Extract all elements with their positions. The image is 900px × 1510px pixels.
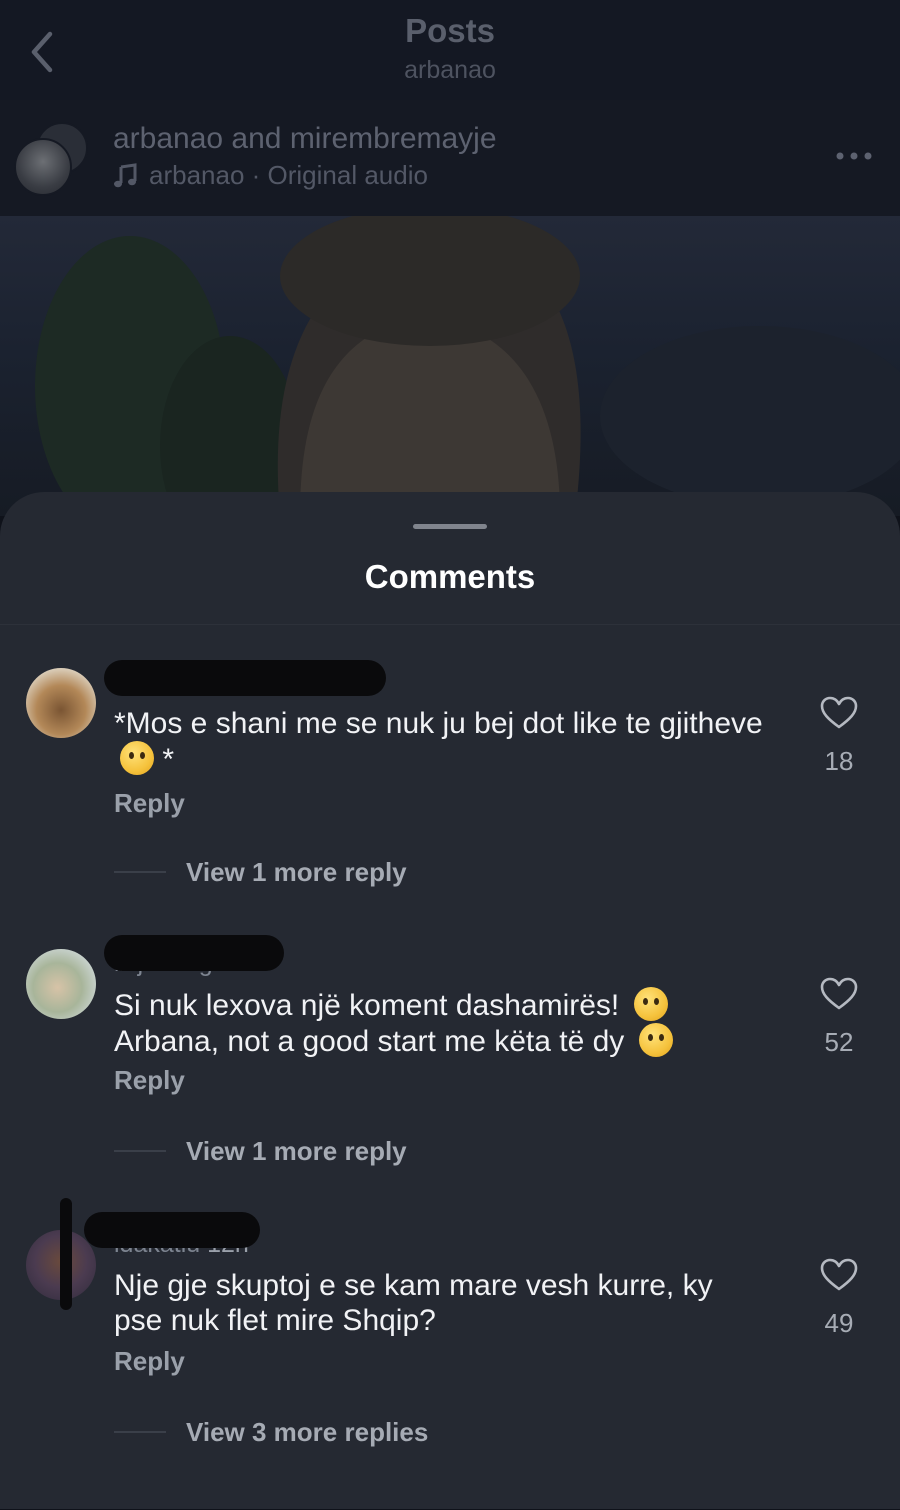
like-count: 18 (824, 746, 854, 776)
woozy-face-emoji (638, 1023, 673, 1057)
post-header (0, 100, 900, 216)
page-subtitle: arbanao (404, 56, 496, 84)
zany-face-emoji (120, 741, 154, 775)
post-video[interactable] (0, 216, 900, 516)
heart-icon[interactable] (820, 977, 858, 1011)
reply-thread-line (114, 871, 166, 873)
post-authors[interactable]: arbanao and mirembremayje (113, 122, 497, 156)
redaction-mark (60, 1198, 72, 1310)
reply-thread-line (114, 1431, 166, 1433)
like-count: 49 (824, 1308, 854, 1338)
post-audio[interactable]: arbanao · Original audio (113, 160, 428, 191)
page-title: Posts (405, 12, 495, 49)
like-area: 52 (806, 977, 872, 1058)
like-area: 18 (806, 696, 872, 777)
comment-item: fashion_always_in 8h *Mos e shani me se … (0, 660, 900, 948)
heart-icon[interactable] (820, 696, 858, 730)
more-options-icon[interactable] (834, 146, 874, 166)
avatar[interactable] (26, 949, 96, 1019)
post-audio-label: arbanao · Original audio (149, 160, 428, 190)
redaction-mark (104, 935, 284, 971)
reply-thread-line (114, 1150, 166, 1152)
top-bar: Posts arbanao (0, 0, 900, 100)
comment-text: Si nuk lexova një koment dashamirës! Arb… (114, 987, 764, 1059)
view-more-replies[interactable]: View 1 more reply (114, 854, 407, 890)
divider (0, 624, 900, 625)
sheet-grabber[interactable] (413, 524, 487, 529)
like-area: 49 (806, 1258, 872, 1339)
sheet-title: Comments (364, 558, 536, 595)
reply-button[interactable]: Reply (114, 1065, 185, 1096)
reply-button[interactable]: Reply (114, 788, 185, 819)
reply-button[interactable]: Reply (114, 1346, 185, 1377)
grinning-sweat-emoji (633, 987, 668, 1021)
music-note-icon (114, 162, 137, 187)
comments-sheet: Comments fashion_always_in 8h *Mos e sha… (0, 492, 900, 1509)
comment-text: *Mos e shani me se nuk ju bej dot like t… (114, 707, 763, 776)
view-more-replies[interactable]: View 1 more reply (114, 1133, 407, 1169)
post-avatars[interactable] (14, 122, 88, 196)
comment-text: Nje gje skuptoj e se kam mare vesh kurre… (114, 1269, 713, 1337)
redaction-mark (84, 1212, 260, 1248)
view-more-replies[interactable]: View 3 more replies (114, 1414, 428, 1450)
video-frame-image (35, 216, 900, 516)
comment-item: idakatiu 12h Nje gje skuptoj e se kam ma… (0, 1198, 900, 1510)
redaction-mark (104, 660, 386, 696)
author-avatar (14, 138, 72, 196)
avatar[interactable] (26, 668, 96, 738)
heart-icon[interactable] (820, 1258, 858, 1292)
like-count: 52 (824, 1027, 854, 1057)
comment-item: lisjanangel 1h Si nuk lexova një koment … (0, 935, 900, 1229)
